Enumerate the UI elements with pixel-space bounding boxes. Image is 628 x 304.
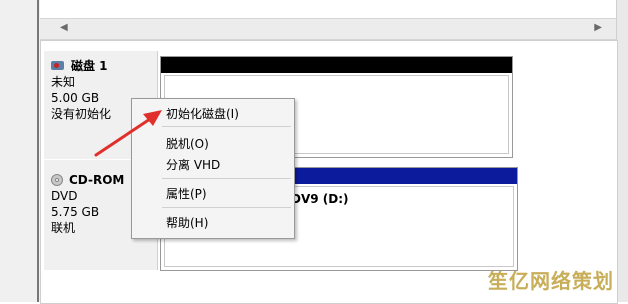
horizontal-scrollbar[interactable]: ◀ ▶ bbox=[40, 18, 616, 40]
disk-1-status: 未知 bbox=[51, 75, 76, 89]
window-left-border bbox=[37, 0, 39, 302]
cdrom-name: CD-ROM bbox=[69, 173, 125, 187]
disk-1-name: 磁盘 1 bbox=[71, 59, 108, 73]
scroll-left-icon[interactable]: ◀ bbox=[60, 23, 68, 33]
menu-properties[interactable]: 属性(P) bbox=[166, 185, 207, 202]
menu-initialize-disk[interactable]: 初始化磁盘(I) bbox=[166, 105, 239, 122]
context-menu: 初始化磁盘(I) 脱机(O) 分离 VHD 属性(P) 帮助(H) bbox=[131, 98, 295, 239]
disk-1-title: 磁盘 1 bbox=[51, 58, 157, 74]
menu-separator bbox=[162, 207, 291, 208]
cd-volume-label: DV9 (D:) bbox=[291, 192, 349, 206]
menu-separator bbox=[162, 126, 291, 127]
cd-drive-icon bbox=[51, 174, 63, 186]
menu-detach-vhd[interactable]: 分离 VHD bbox=[166, 156, 220, 173]
watermark: 笙亿网络策划 bbox=[488, 269, 614, 293]
unallocated-bar bbox=[161, 57, 512, 73]
disk-drive-icon bbox=[51, 61, 65, 71]
scroll-right-icon[interactable]: ▶ bbox=[594, 23, 602, 33]
menu-offline[interactable]: 脱机(O) bbox=[166, 135, 209, 152]
menu-separator bbox=[162, 178, 291, 179]
menu-help[interactable]: 帮助(H) bbox=[166, 214, 208, 231]
